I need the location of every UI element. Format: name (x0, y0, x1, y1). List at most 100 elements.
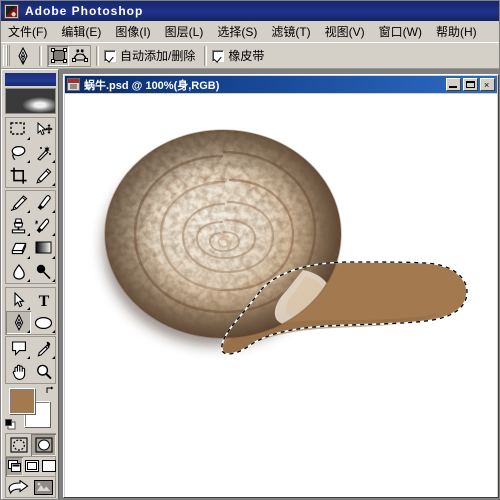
toolbox-palette: T (1, 69, 59, 499)
menu-layer[interactable]: 图层(L) (158, 21, 211, 42)
menubar: 文件(F) 编辑(E) 图像(I) 图层(L) 选择(S) 滤镜(T) 视图(V… (1, 21, 499, 42)
blur-tool[interactable] (6, 260, 31, 283)
maximize-icon (466, 81, 475, 88)
pen-tool[interactable] (6, 311, 31, 334)
magic-wand-tool-submenu-triangle-icon (52, 160, 55, 163)
slice-tool-submenu-triangle-icon (52, 183, 55, 186)
dodge-tool[interactable] (31, 260, 56, 283)
menu-filter[interactable]: 滤镜(T) (264, 21, 317, 42)
rubber-band-checkbox[interactable]: 橡皮带 (212, 47, 264, 64)
lasso-tool[interactable] (6, 141, 31, 164)
brush-tool[interactable] (31, 191, 56, 214)
lasso-tool-submenu-triangle-icon (27, 160, 30, 163)
toolbox-banner-image (5, 88, 56, 114)
rubber-band-label: 橡皮带 (228, 49, 265, 63)
doc-maximize-button[interactable] (463, 78, 478, 91)
pen-mode-button-group (47, 44, 91, 67)
hand-tool[interactable] (6, 360, 31, 383)
options-bar-grip[interactable] (3, 45, 10, 66)
healing-brush-tool-submenu-triangle-icon (27, 210, 30, 213)
toolbox-titlebar[interactable] (5, 73, 56, 86)
path-selection-tool[interactable] (6, 288, 31, 311)
document-icon (67, 78, 80, 91)
clone-stamp-tool[interactable] (6, 214, 31, 237)
standard-screen-mode-button[interactable] (6, 457, 23, 476)
full-screen-mode-button[interactable] (40, 457, 57, 476)
shape-layers-button[interactable] (48, 45, 69, 66)
type-tool[interactable]: T (31, 288, 56, 311)
foreground-color-swatch[interactable] (9, 388, 35, 414)
history-brush-tool[interactable] (31, 214, 56, 237)
options-separator-1 (39, 45, 42, 66)
move-tool[interactable] (31, 118, 56, 141)
minimize-icon (449, 86, 457, 88)
standard-mode-button[interactable] (6, 434, 31, 456)
toolbox-group-paint (5, 190, 56, 284)
clone-stamp-tool-submenu-triangle-icon (27, 233, 30, 236)
healing-brush-tool[interactable] (6, 191, 31, 214)
app-title: Adobe Photoshop (25, 4, 144, 18)
pen-tool-submenu-triangle-icon (27, 330, 30, 333)
gradient-tool[interactable] (31, 237, 56, 260)
close-icon: × (484, 80, 490, 90)
full-screen-menubar-mode-button[interactable] (23, 457, 40, 476)
photoshop-window: Adobe Photoshop 文件(F) 编辑(E) 图像(I) 图层(L) … (0, 0, 500, 500)
doc-close-button[interactable]: × (480, 78, 495, 91)
toolbox-group-selection (5, 117, 56, 188)
document-title: 蜗牛.psd @ 100%(身,RGB) (84, 79, 220, 92)
crop-tool[interactable] (6, 164, 31, 187)
screen-mode-group (5, 456, 56, 477)
marquee-tool[interactable] (6, 118, 31, 141)
eraser-tool-submenu-triangle-icon (27, 256, 30, 259)
menu-edit[interactable]: 编辑(E) (54, 21, 108, 42)
eraser-tool[interactable] (6, 237, 31, 260)
menu-view[interactable]: 视图(V) (318, 21, 372, 42)
notes-tool[interactable] (6, 337, 31, 360)
doc-minimize-button[interactable] (446, 78, 461, 91)
notes-tool-submenu-triangle-icon (27, 356, 30, 359)
menu-help[interactable]: 帮助(H) (429, 21, 484, 42)
imageready-button[interactable] (31, 477, 56, 497)
auto-add-delete-checkbox-box[interactable] (104, 49, 116, 62)
document-window-buttons: × (446, 78, 495, 91)
default-colors-icon[interactable] (5, 417, 16, 430)
rubber-band-checkbox-box[interactable] (212, 49, 225, 62)
jump-to-imageready-button[interactable] (6, 477, 31, 497)
shape-tool-submenu-triangle-icon (52, 330, 55, 333)
options-separator-3 (204, 45, 208, 66)
auto-add-delete-checkbox[interactable]: 自动添加/删除 (104, 47, 195, 64)
zoom-tool[interactable] (31, 360, 56, 383)
options-separator-2 (96, 45, 99, 66)
auto-add-delete-label: 自动添加/删除 (120, 49, 196, 63)
path-selection-tool-submenu-triangle-icon (27, 307, 30, 310)
gradient-tool-submenu-triangle-icon (52, 256, 55, 259)
toolbox-group-utility (5, 336, 56, 384)
eyedropper-tool[interactable] (31, 337, 56, 360)
toolbox-group-vector: T (5, 287, 56, 335)
document-window: 蜗牛.psd @ 100%(身,RGB) × (63, 74, 499, 498)
swap-colors-icon[interactable] (45, 385, 55, 395)
blur-tool-submenu-triangle-icon (27, 279, 30, 282)
paths-button[interactable] (69, 46, 90, 66)
eyedropper-tool-submenu-triangle-icon (52, 356, 55, 359)
menu-select[interactable]: 选择(S) (210, 21, 264, 42)
workspace: T 蜗牛.psd @ 100%(身,RGB) × (1, 69, 499, 499)
shape-tool[interactable] (31, 311, 56, 334)
menu-image[interactable]: 图像(I) (108, 21, 157, 42)
brush-tool-submenu-triangle-icon (52, 210, 55, 213)
snail-illustration (103, 129, 468, 355)
options-bar: 自动添加/删除 橡皮带 (1, 42, 499, 69)
menu-window[interactable]: 窗口(W) (372, 21, 429, 42)
magic-wand-tool[interactable] (31, 141, 56, 164)
app-titlebar: Adobe Photoshop (1, 1, 499, 21)
mask-mode-group (5, 433, 56, 457)
document-canvas[interactable] (65, 94, 497, 497)
menu-file[interactable]: 文件(F) (1, 21, 54, 42)
marquee-tool-submenu-triangle-icon (27, 137, 30, 140)
quick-mask-mode-button[interactable] (31, 434, 56, 456)
photoshop-app-icon (4, 3, 19, 19)
slice-tool[interactable] (31, 164, 56, 187)
pen-tool-icon (12, 45, 34, 67)
document-titlebar[interactable]: 蜗牛.psd @ 100%(身,RGB) × (65, 76, 497, 93)
dodge-tool-submenu-triangle-icon (52, 279, 55, 282)
